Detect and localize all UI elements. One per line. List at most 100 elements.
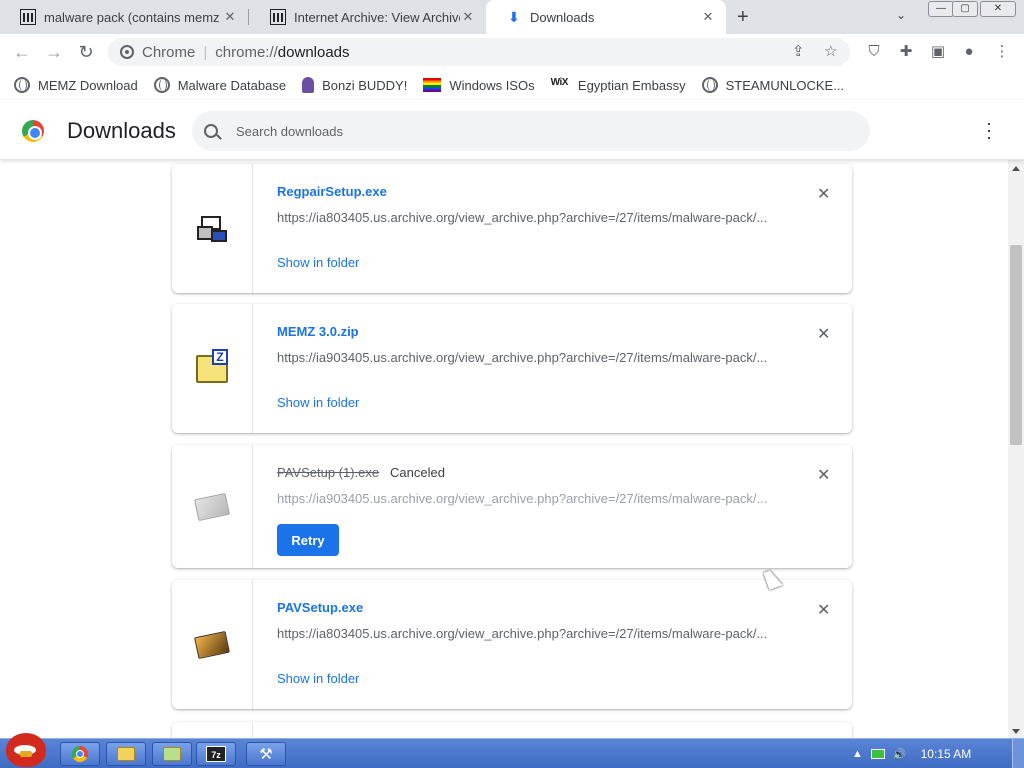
chrome-logo-icon: [22, 120, 44, 142]
setup-file-icon: [194, 492, 230, 521]
show-hidden-icons-icon[interactable]: ▲: [852, 748, 863, 760]
scrollbar[interactable]: [1008, 160, 1024, 738]
address-bar[interactable]: Chrome | chrome://downloads ⇪ ☆: [108, 38, 850, 66]
download-item: RegpairSetup.exe https://ia803405.us.arc…: [172, 164, 852, 293]
scroll-down-arrow-icon[interactable]: [1012, 729, 1020, 734]
close-window-button[interactable]: ✕: [980, 1, 1016, 17]
tab-title: Downloads: [530, 9, 595, 25]
file-icon-column: Z: [172, 304, 253, 433]
tools-icon: ⚒: [259, 746, 273, 763]
forward-arrow-icon[interactable]: →: [42, 40, 66, 64]
close-icon[interactable]: ✕: [700, 9, 716, 25]
remove-item-close-icon[interactable]: ✕: [817, 324, 830, 344]
scroll-up-arrow-icon[interactable]: [1012, 166, 1020, 171]
back-arrow-icon[interactable]: ←: [10, 40, 34, 64]
bookmark-bonzi-buddy[interactable]: Bonzi BUDDY!: [302, 77, 407, 93]
downloads-search[interactable]: [192, 111, 870, 151]
bonzi-icon: [302, 77, 315, 93]
file-icon-column: [172, 722, 253, 738]
tab-malware-pack[interactable]: malware pack (contains memz ✕: [0, 0, 248, 34]
tab-search-icon[interactable]: ⌄: [896, 8, 906, 22]
tab-strip: malware pack (contains memz ✕ Internet A…: [0, 0, 1024, 34]
7zip-icon: 7z: [206, 746, 226, 762]
bookmark-egyptian-embassy[interactable]: WiX Egyptian Embassy: [551, 77, 686, 93]
more-actions-icon[interactable]: · · ·: [986, 114, 992, 146]
download-icon: ⬇: [508, 8, 520, 25]
close-icon[interactable]: ✕: [222, 9, 238, 25]
bookmark-label: Bonzi BUDDY!: [322, 77, 408, 93]
file-name-link[interactable]: MEMZ 3.0.zip: [277, 324, 359, 339]
url-scheme: chrome://: [215, 43, 278, 61]
taskbar: 7z ⚒ ▲ 🔊 10:15 AM: [0, 733, 1024, 768]
system-tray: ▲ 🔊 10:15 AM: [852, 739, 1024, 768]
bookmark-label: STEAMUNLOCKE...: [725, 77, 845, 93]
omnibox-divider: |: [203, 43, 208, 61]
download-item-partial: [172, 722, 852, 738]
bookmark-memz-download[interactable]: MEMZ Download: [14, 77, 138, 93]
file-icon-column: [172, 580, 253, 709]
remove-item-close-icon[interactable]: ✕: [817, 465, 830, 485]
scroll-thumb[interactable]: [1010, 245, 1022, 445]
taskbar-tools[interactable]: ⚒: [246, 742, 286, 766]
tab-downloads[interactable]: ⬇ Downloads ✕: [486, 0, 726, 34]
maximize-button[interactable]: ▢: [952, 1, 978, 17]
taskbar-files[interactable]: [152, 742, 192, 766]
bookmark-windows-isos[interactable]: Windows ISOs: [423, 78, 535, 93]
site-label: Chrome: [142, 43, 196, 61]
taskbar-7zip[interactable]: 7z: [196, 742, 236, 766]
folder-icon: [163, 747, 181, 761]
bookmarks-bar: MEMZ Download Malware Database Bonzi BUD…: [0, 70, 1024, 100]
search-input[interactable]: [236, 123, 836, 139]
wix-icon: WiX: [550, 77, 569, 88]
share-icon[interactable]: ⇪: [792, 38, 805, 66]
network-icon[interactable]: [870, 749, 885, 759]
download-item-canceled: PAVSetup (1).exe Canceled https://ia9034…: [172, 445, 852, 568]
url-host: downloads: [277, 43, 350, 61]
taskbar-explorer[interactable]: [106, 742, 146, 766]
show-in-folder-link[interactable]: Show in folder: [277, 671, 359, 686]
search-icon: [204, 124, 218, 138]
file-name-link[interactable]: RegpairSetup.exe: [277, 184, 387, 199]
retry-button[interactable]: Retry: [277, 524, 339, 556]
show-in-folder-link[interactable]: Show in folder: [277, 255, 359, 270]
remove-item-close-icon[interactable]: ✕: [817, 184, 830, 204]
remove-item-close-icon[interactable]: ✕: [817, 600, 830, 620]
extensions-puzzle-icon[interactable]: ✚: [896, 42, 916, 62]
download-item: PAVSetup.exe https://ia803405.us.archive…: [172, 580, 852, 709]
archive-icon: [270, 9, 286, 25]
bookmark-label: Egyptian Embassy: [577, 77, 686, 93]
side-panel-icon[interactable]: ▣: [928, 42, 948, 62]
zip-file-icon: Z: [196, 348, 228, 383]
minimize-button[interactable]: —: [928, 1, 954, 17]
start-button[interactable]: [0, 731, 52, 768]
show-desktop-button[interactable]: [1012, 739, 1024, 768]
download-status: Canceled: [390, 465, 445, 480]
file-icon-column: [172, 445, 253, 568]
profile-avatar-icon[interactable]: ●: [959, 42, 979, 62]
reload-icon[interactable]: ↻: [74, 40, 98, 64]
clock[interactable]: 10:15 AM: [921, 747, 972, 761]
file-url[interactable]: https://ia803405.us.archive.org/view_arc…: [277, 210, 777, 225]
tab-title: malware pack (contains memz: [44, 9, 220, 25]
globe-icon: [701, 77, 718, 93]
file-url[interactable]: https://ia903405.us.archive.org/view_arc…: [277, 350, 777, 365]
archive-icon: [20, 9, 36, 25]
ublock-shield-icon[interactable]: ⛉: [864, 42, 884, 62]
bookmark-star-icon[interactable]: ☆: [824, 38, 837, 66]
angry-bird-start-icon: [6, 733, 46, 767]
bookmark-steamunlocked[interactable]: STEAMUNLOCKE...: [701, 77, 845, 93]
volume-icon[interactable]: 🔊: [893, 748, 907, 761]
tab-internet-archive[interactable]: Internet Archive: View Archive ✕: [250, 0, 486, 34]
chrome-menu-icon[interactable]: ⋮: [992, 42, 1012, 62]
taskbar-chrome[interactable]: [60, 742, 100, 766]
folder-icon: [117, 747, 135, 761]
new-tab-button[interactable]: +: [737, 6, 749, 29]
file-name-link[interactable]: PAVSetup.exe: [277, 600, 363, 615]
file-url[interactable]: https://ia803405.us.archive.org/view_arc…: [277, 626, 777, 641]
file-url[interactable]: https://ia903405.us.archive.org/view_arc…: [277, 491, 777, 506]
close-icon[interactable]: ✕: [460, 9, 476, 25]
bookmark-malware-database[interactable]: Malware Database: [153, 77, 287, 93]
file-name: PAVSetup (1).exe: [277, 465, 380, 480]
bookmark-label: Malware Database: [177, 77, 287, 93]
show-in-folder-link[interactable]: Show in folder: [277, 395, 359, 410]
